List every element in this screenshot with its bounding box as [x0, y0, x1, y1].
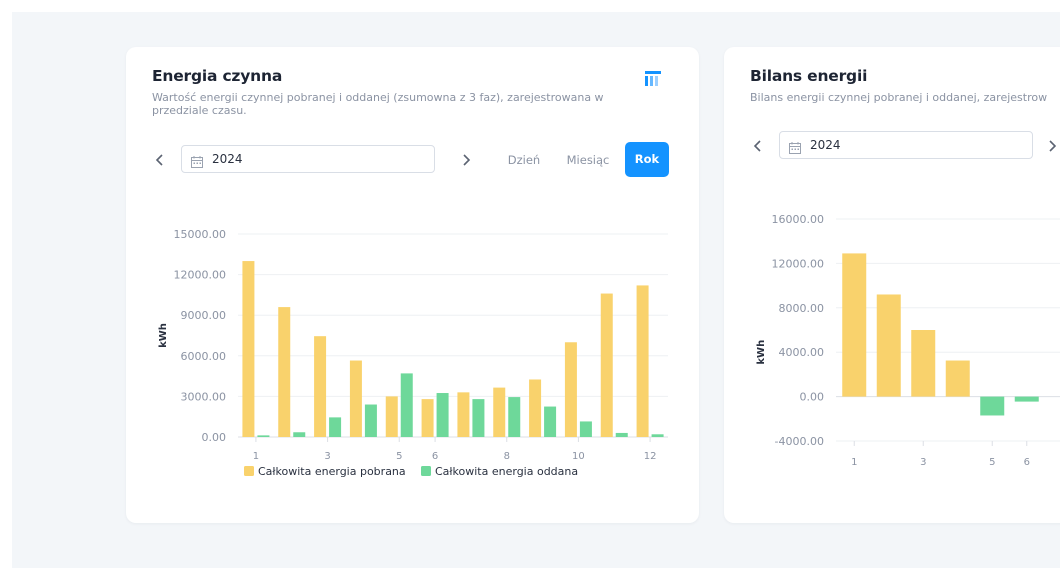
x-tick-label: 5 — [396, 451, 402, 462]
y-tick-label: 0.00 — [800, 391, 825, 404]
bar-bilans — [980, 396, 1005, 416]
y-tick-label: 12000.00 — [772, 257, 825, 270]
bar-pobrana — [564, 342, 577, 437]
bilans-energii-chart: -4000.00 0.00 4000.00 8000.00 12000.00 16000.… — [756, 213, 1060, 468]
bar-oddana — [615, 432, 628, 437]
y-tick-label: 9000.00 — [181, 309, 227, 322]
bar-oddana — [293, 432, 306, 437]
bar-oddana — [508, 397, 521, 437]
legend-swatch — [244, 466, 254, 476]
x-tick-label: 1 — [851, 457, 857, 468]
bar-oddana — [436, 393, 449, 437]
bar-pobrana — [278, 307, 291, 437]
legend-label: Całkowita energia pobrana — [258, 465, 406, 478]
bar-bilans — [1014, 396, 1039, 402]
energia-czynna-chart: 0.00 3000.00 6000.00 9000.00 12000.00 15000.0… — [158, 228, 668, 478]
bar-pobrana — [314, 336, 327, 437]
x-tick-label: 5 — [989, 457, 995, 468]
bar-pobrana — [600, 293, 613, 437]
bar-pobrana — [457, 392, 470, 437]
y-axis-label: kWh — [756, 340, 767, 365]
bar-oddana — [364, 404, 377, 437]
bar-oddana — [544, 406, 557, 437]
x-tick-label: 3 — [324, 451, 330, 462]
y-axis-label: kWh — [158, 323, 169, 348]
bar-oddana — [257, 435, 270, 437]
y-tick-label: 3000.00 — [181, 390, 227, 403]
bar-pobrana — [493, 387, 506, 437]
y-tick-label: 12000.00 — [174, 269, 227, 282]
bar-bilans — [876, 294, 901, 397]
legend-swatch — [421, 466, 431, 476]
bar-bilans — [911, 330, 936, 397]
y-tick-label: 6000.00 — [181, 350, 227, 363]
y-tick-label: 4000.00 — [779, 346, 825, 359]
legend-label: Całkowita energia oddana — [435, 465, 578, 478]
bar-oddana — [472, 399, 485, 437]
bar-pobrana — [636, 285, 649, 437]
bar-pobrana — [349, 360, 362, 437]
x-tick-label: 6 — [432, 451, 438, 462]
bar-pobrana — [421, 399, 434, 437]
bilans-energii-card: Bilans energii Bilans energii czynnej po… — [724, 47, 1060, 523]
bar-bilans — [945, 360, 970, 397]
bar-pobrana — [385, 396, 398, 437]
x-tick-label: 10 — [572, 451, 585, 462]
bar-oddana — [400, 373, 413, 437]
x-tick-label: 3 — [920, 457, 926, 468]
bar-pobrana — [529, 379, 542, 437]
x-tick-label: 1 — [253, 451, 259, 462]
dashboard-background: Energia czynna Wartość energii czynnej p… — [12, 12, 1060, 568]
bar-oddana — [329, 417, 342, 437]
y-tick-label: 0.00 — [202, 431, 227, 444]
x-tick-label: 8 — [504, 451, 510, 462]
x-tick-label: 12 — [644, 451, 657, 462]
y-tick-label: 16000.00 — [772, 213, 825, 226]
y-tick-label: -4000.00 — [775, 435, 824, 448]
y-tick-label: 15000.00 — [174, 228, 227, 241]
bar-oddana — [579, 421, 592, 437]
bar-oddana — [651, 434, 664, 437]
energia-czynna-card: Energia czynna Wartość energii czynnej p… — [126, 47, 699, 523]
bar-bilans — [842, 253, 867, 397]
bar-pobrana — [242, 261, 255, 437]
x-tick-label: 6 — [1024, 457, 1030, 468]
y-tick-label: 8000.00 — [779, 302, 825, 315]
